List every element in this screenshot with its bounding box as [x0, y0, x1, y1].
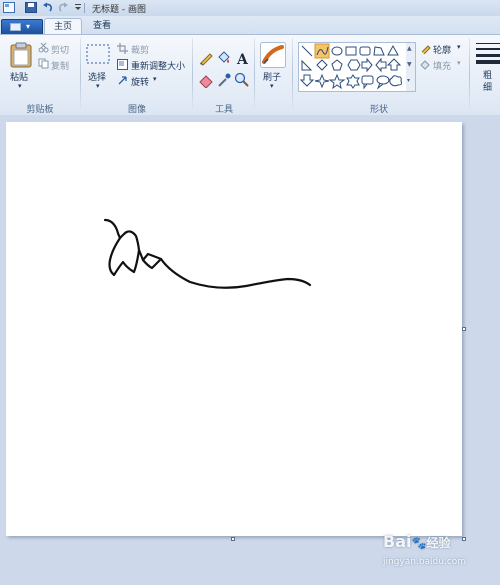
scissors-icon: [38, 42, 49, 53]
fill-shape-icon: [420, 60, 430, 70]
title-separator: [84, 3, 85, 13]
shapes-scrollbar[interactable]: ▲ ▼ ▾: [406, 42, 416, 92]
drawing-canvas[interactable]: [6, 122, 462, 536]
magnifier-icon[interactable]: [234, 72, 250, 88]
outline-dropdown-icon[interactable]: ▾: [457, 43, 461, 51]
group-divider: [292, 38, 293, 112]
rounded-rectangle-shape-icon[interactable]: [359, 46, 371, 56]
resize-icon: [117, 59, 128, 70]
rounded-callout-icon[interactable]: [361, 75, 374, 90]
hexagon-shape-icon[interactable]: [347, 59, 361, 71]
left-arrow-shape-icon[interactable]: [375, 57, 387, 73]
tab-view[interactable]: 查看: [84, 18, 120, 34]
resize-handle-right[interactable]: [462, 327, 466, 331]
copy-icon: [38, 58, 49, 69]
window-title: 无标题 - 画图: [92, 5, 146, 15]
group-divider: [469, 38, 470, 112]
scroll-down-icon[interactable]: ▼: [407, 61, 412, 68]
rotate-dropdown-icon[interactable]: ▾: [153, 75, 157, 83]
select-dropdown-icon[interactable]: ▾: [96, 82, 100, 90]
size-button[interactable]: 粗细: [483, 70, 495, 94]
eraser-icon[interactable]: [198, 72, 214, 88]
gallery-expand-icon[interactable]: ▾: [407, 77, 410, 84]
fill-icon[interactable]: [216, 50, 232, 66]
copy-button[interactable]: 复制: [51, 59, 69, 72]
up-arrow-shape-icon[interactable]: [386, 58, 402, 71]
shapes-group-label: 形状: [369, 105, 388, 115]
right-arrow-shape-icon[interactable]: [361, 57, 373, 73]
resize-button[interactable]: 重新调整大小: [131, 59, 185, 72]
group-divider: [80, 38, 81, 112]
customize-toolbar-icon[interactable]: [72, 2, 84, 13]
line-width-icon[interactable]: [476, 42, 500, 64]
text-icon[interactable]: A: [234, 50, 250, 66]
group-divider: [192, 38, 193, 112]
cloud-callout-icon[interactable]: [389, 75, 403, 87]
tools-group-label: 工具: [214, 105, 233, 115]
drawn-curve: [103, 218, 312, 289]
redo-icon[interactable]: [57, 2, 69, 13]
rotate-icon: [118, 76, 127, 85]
scroll-up-icon[interactable]: ▲: [407, 45, 412, 52]
save-icon[interactable]: [25, 2, 37, 13]
diamond-shape-icon[interactable]: [316, 59, 328, 71]
rectangle-shape-icon[interactable]: [345, 46, 357, 56]
down-arrow-shape-icon[interactable]: [299, 74, 315, 87]
paste-dropdown-icon[interactable]: ▾: [18, 82, 22, 90]
rotate-button[interactable]: 旋转: [131, 75, 149, 88]
clipboard-group-label: 剪贴板: [26, 105, 54, 115]
triangle-shape-icon[interactable]: [387, 44, 399, 56]
brushes-icon[interactable]: [260, 42, 286, 68]
pencil-icon[interactable]: [198, 50, 214, 66]
polygon-shape-icon[interactable]: [373, 46, 385, 56]
shapes-gallery: [298, 42, 408, 92]
color-picker-icon[interactable]: [216, 72, 232, 88]
paste-icon[interactable]: [10, 42, 32, 68]
image-group-label: 图像: [127, 105, 146, 115]
outline-button[interactable]: 轮廓: [433, 43, 451, 56]
oval-shape-icon[interactable]: [331, 46, 343, 56]
crop-button[interactable]: 裁剪: [131, 43, 149, 56]
title-bar: 无标题 - 画图: [0, 0, 500, 17]
crop-icon: [117, 43, 128, 54]
paint-menu-button[interactable]: ▾: [1, 19, 43, 35]
four-point-star-icon[interactable]: [314, 73, 330, 89]
fill-dropdown-icon[interactable]: ▾: [457, 59, 461, 67]
app-menu-icon[interactable]: [3, 2, 15, 13]
drawing-strokes: [103, 218, 312, 289]
curve-shape-icon[interactable]: [314, 43, 330, 59]
right-triangle-shape-icon[interactable]: [301, 59, 313, 71]
undo-icon[interactable]: [42, 2, 54, 13]
five-point-star-icon[interactable]: [328, 73, 346, 90]
tab-home[interactable]: 主页: [44, 18, 82, 35]
fill-button[interactable]: 填充: [433, 59, 451, 72]
watermark-paw-icon: 🐾: [411, 536, 427, 550]
select-icon[interactable]: [86, 44, 110, 64]
cut-button[interactable]: 剪切: [51, 43, 69, 56]
watermark: Bai🐾经验 jingyan.baidu.com: [383, 532, 466, 568]
oval-callout-icon[interactable]: [376, 75, 390, 90]
six-point-star-icon[interactable]: [346, 74, 360, 89]
watermark-url: jingyan.baidu.com: [383, 557, 467, 567]
chevron-down-icon: ▾: [26, 22, 31, 31]
svg-text:A: A: [236, 52, 249, 66]
paint-menu-icon: [10, 23, 21, 31]
outline-icon: [421, 45, 431, 54]
line-shape-icon[interactable]: [301, 45, 313, 57]
pentagon-shape-icon[interactable]: [331, 59, 343, 71]
resize-handle-bottom[interactable]: [231, 537, 235, 541]
group-divider: [254, 38, 255, 112]
watermark-brand2: 经验: [426, 536, 451, 550]
brushes-dropdown-icon[interactable]: ▾: [270, 82, 274, 90]
